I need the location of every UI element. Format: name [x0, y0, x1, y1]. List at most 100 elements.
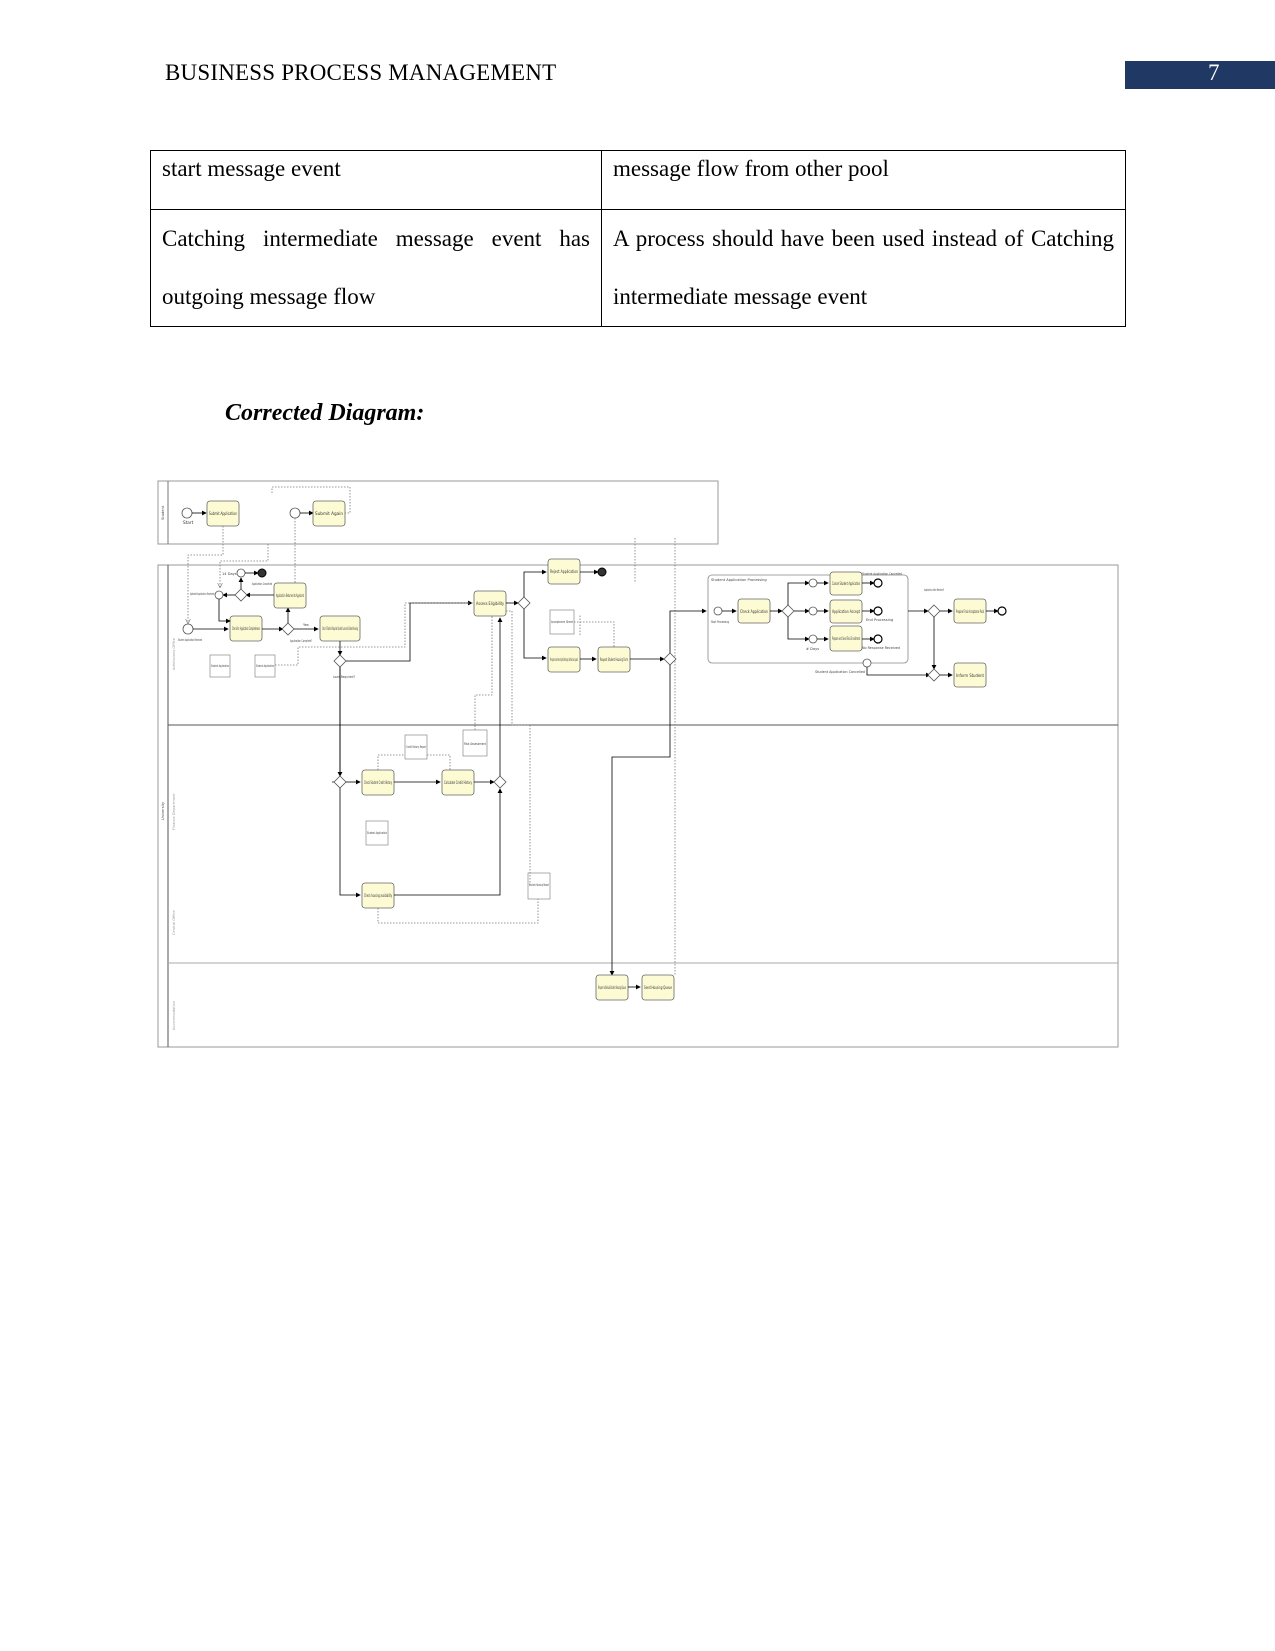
data-object-student-application: Student Application	[209, 654, 231, 678]
task-prepare-send-enrollment[interactable]: Prepare and Send Final Enrollment	[829, 625, 863, 652]
svg-text:Application Accept: Application Accept	[832, 609, 860, 614]
svg-text:Reject Application: Reject Application	[550, 569, 578, 574]
parallel-gateway-icon	[663, 652, 677, 666]
task-cancel-student-application[interactable]: Cancel Student Application	[829, 571, 863, 596]
event-label: Start	[183, 520, 194, 525]
svg-text:Student Application: Student Application	[367, 831, 387, 835]
svg-text:Send Housing Queue: Send Housing Queue	[644, 985, 672, 990]
end-event-icon	[257, 568, 267, 578]
svg-text:Credit History Report: Credit History Report	[406, 745, 426, 749]
svg-text:Check Student Credit History: Check Student Credit History	[364, 780, 392, 785]
task-reject-application[interactable]: Reject Application	[547, 558, 581, 585]
svg-text:Application Complete?: Application Complete?	[290, 639, 312, 643]
svg-text:Student Application Processing: Student Application Processing	[711, 578, 767, 582]
lane-label: Accommodation	[172, 1001, 176, 1030]
correction-cell: A process should have been used instead …	[601, 209, 1126, 327]
start-event-icon	[713, 606, 723, 616]
data-object-student-housing-report: Student Housing Report	[527, 872, 551, 900]
svg-text:Check if Student Requires Stud: Check if Student Requires Student Loan a…	[322, 626, 358, 631]
end-event-icon	[997, 606, 1007, 616]
correction-cell: message flow from other pool	[601, 150, 1126, 210]
university-pool: University Admissions Office Finance Dep…	[157, 564, 1119, 1048]
svg-text:Student Application: Student Application	[211, 664, 229, 668]
gateway-icon	[517, 596, 531, 610]
task-prepare-final-pack[interactable]: Prepare Final Acceptance Pack	[953, 598, 987, 624]
svg-text:Cancel Student Application: Cancel Student Application	[832, 581, 860, 586]
svg-text:Prepare Final Acceptance Pack: Prepare Final Acceptance Pack	[956, 609, 984, 614]
svg-text:Student Application Cancelled: Student Application Cancelled	[862, 572, 902, 576]
svg-text:Application Returned to Applic: Application Returned to Applicant	[276, 593, 304, 598]
svg-text:Calculate Credit History: Calculate Credit History	[444, 780, 472, 785]
svg-text:Student Application: Student Application	[256, 664, 274, 668]
lane-label: Finance Department	[172, 793, 176, 830]
task-check-completeness[interactable]: Check for Application Completeness	[229, 615, 263, 642]
svg-text:Prepare Individual Student Hou: Prepare Individual Student Housing Queue	[598, 985, 626, 990]
task-check-student-credit[interactable]: Check Student Credit History	[361, 769, 395, 796]
svg-text:No Response Received: No Response Received	[862, 646, 900, 650]
task-calculate-credit[interactable]: Calculate Credit History	[441, 769, 475, 796]
svg-text:Loan Required?: Loan Required?	[333, 675, 355, 679]
svg-text:Check for Application Complete: Check for Application Completeness	[232, 626, 260, 631]
task-inform-student[interactable]: Inform Student	[953, 662, 987, 688]
task-submit-application[interactable]: Submit Application	[206, 500, 240, 527]
data-object-acceptance-sheet: Acceptance Sheet	[549, 609, 575, 635]
message-event-icon	[808, 578, 818, 588]
cancel-end-event-icon	[873, 578, 883, 588]
table-row: start message event message flow from ot…	[150, 150, 1126, 210]
task-check-loan-housing[interactable]: Check if Student Requires Student Loan a…	[319, 615, 361, 642]
svg-text:Application Letter Received?: Application Letter Received?	[924, 588, 944, 592]
error-cell: Catching intermediate message event has …	[150, 209, 602, 327]
svg-text:End Processing: End Processing	[866, 618, 893, 622]
message-start-event-icon	[182, 623, 194, 635]
svg-text:Updated Application Received: Updated Application Received	[190, 592, 214, 596]
gateway-icon	[333, 654, 347, 668]
end-event-icon	[873, 606, 883, 616]
task-prepare-housing-queue[interactable]: Prepare Individual Student Housing Queue	[595, 974, 629, 1001]
svg-text:Submit Application: Submit Application	[209, 511, 237, 516]
svg-text:Prepare and send preliminary a: Prepare and send preliminary admission p…	[550, 657, 578, 662]
task-check-application[interactable]: Check Application	[737, 598, 771, 624]
svg-text:Prepare and Send Final Enrollm: Prepare and Send Final Enrollment	[832, 636, 860, 641]
svg-text:Acceptance Sheet: Acceptance Sheet	[551, 620, 573, 624]
svg-text:14 Days: 14 Days	[222, 572, 237, 576]
data-object-student-application: Student Application	[254, 654, 276, 678]
event-gateway-icon	[234, 588, 248, 602]
message-event-icon	[214, 590, 224, 600]
timer-event-icon	[808, 634, 818, 644]
pool-label: Student	[161, 505, 165, 520]
parallel-gateway-icon	[333, 775, 347, 789]
svg-text:Submit Again: Submit Again	[315, 511, 343, 516]
svg-text:Student Housing Report: Student Housing Report	[529, 883, 549, 887]
task-submit-again[interactable]: Submit Again	[312, 500, 346, 527]
message-event-icon	[808, 606, 818, 616]
gateway-icon	[927, 604, 941, 618]
svg-text:Assess Eligibility: Assess Eligibility	[476, 601, 504, 606]
svg-text:Check Application: Check Application	[740, 609, 768, 614]
task-prepare-admission-pack[interactable]: Prepare and send preliminary admission p…	[547, 646, 581, 673]
section-title: Corrected Diagram:	[225, 400, 425, 426]
svg-text:Request Student Housing Form: Request Student Housing Form	[600, 657, 628, 662]
pool-label: University	[161, 801, 165, 820]
end-event-icon	[873, 634, 883, 644]
task-application-returned[interactable]: Application Returned to Applicant	[273, 582, 307, 609]
start-event-icon	[181, 507, 193, 519]
svg-text:Student Application Cancelled: Student Application Cancelled	[815, 670, 865, 674]
task-check-housing[interactable]: Check housing availability	[361, 882, 395, 909]
bpmn-diagram: Student University Admissions Office Fin…	[157, 480, 1119, 1048]
error-cell: start message event	[150, 150, 602, 210]
error-correction-table: start message event message flow from ot…	[150, 150, 1126, 327]
parallel-gateway-icon	[493, 775, 507, 789]
data-object-risk-assessment: Risk Assessment	[462, 729, 488, 757]
task-application-accept[interactable]: Application Accept	[829, 599, 863, 624]
task-send-housing-queue[interactable]: Send Housing Queue	[641, 974, 675, 1001]
task-assess-eligibility[interactable]: Assess Eligibility	[473, 590, 507, 617]
timer-event-icon	[236, 568, 246, 578]
task-request-housing[interactable]: Request Student Housing Form	[597, 646, 631, 673]
page-number: 7	[1208, 60, 1220, 85]
svg-text:Application Cancelled: Application Cancelled	[252, 582, 272, 586]
student-pool: Student	[157, 480, 719, 545]
lane-label: Central Office	[172, 909, 176, 935]
page-number-badge	[1125, 61, 1275, 89]
boundary-cancel-event-icon	[862, 658, 872, 668]
gateway-icon	[927, 668, 941, 682]
